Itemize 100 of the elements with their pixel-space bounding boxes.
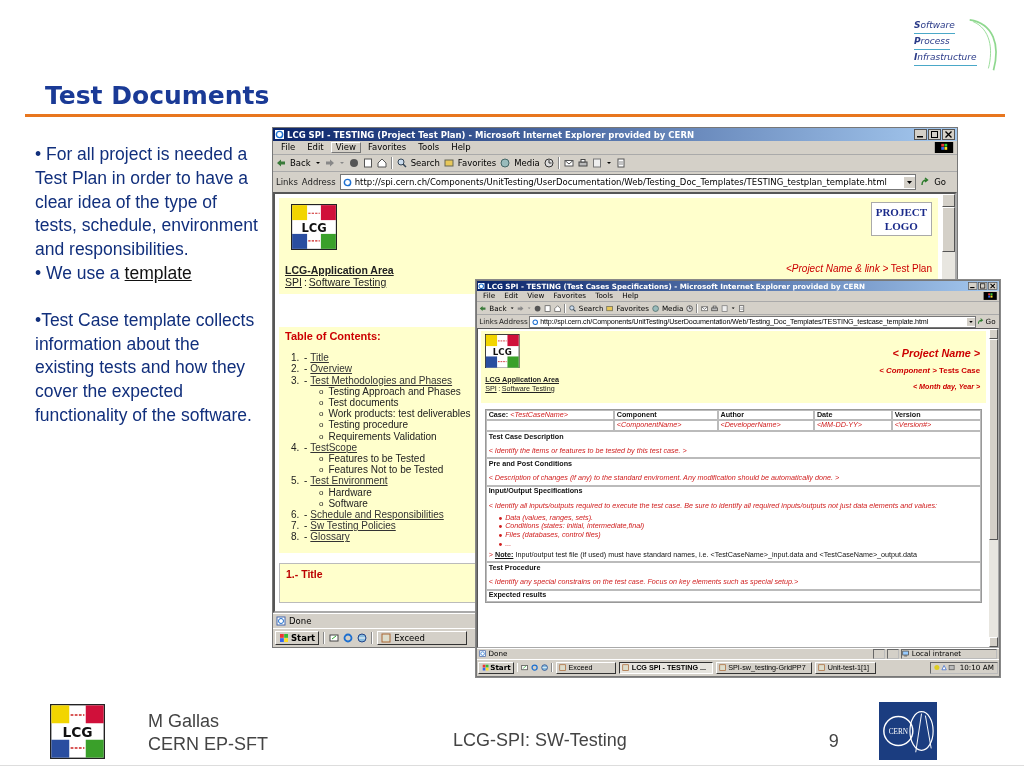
favorites-button[interactable]: Favorites [457,158,497,168]
edit-icon[interactable] [591,158,602,168]
app-icon [559,664,567,672]
taskbar-button[interactable]: SPI-sw_testing-GridPP7 [715,661,813,674]
computer-icon [902,650,910,658]
history-icon[interactable] [543,158,554,168]
scroll-thumb[interactable] [942,207,955,252]
back-arrow-icon[interactable] [276,158,286,168]
project-name-text: < Project Name > [892,346,981,359]
dash-text: - [304,374,308,386]
media-icon[interactable] [651,304,659,312]
media-button[interactable]: Media [514,158,540,168]
close-button[interactable] [942,129,955,140]
document-icon[interactable] [738,304,746,312]
desktop-icon[interactable] [329,633,340,643]
caret-icon[interactable] [605,160,612,166]
search-icon[interactable] [396,158,407,168]
edit-icon[interactable] [721,304,729,312]
toc-link[interactable]: TestScope [310,441,358,454]
mail-icon[interactable] [563,158,574,168]
menu-item[interactable]: View [330,141,361,154]
search-button[interactable]: Search [578,303,604,313]
links-label[interactable]: Links [276,177,298,187]
globe-icon[interactable] [541,664,549,672]
toc-link[interactable]: Test Environment [310,475,388,487]
back-arrow-icon[interactable] [479,304,487,312]
spi-link[interactable]: SPI [285,276,302,288]
mail-icon[interactable] [701,304,709,312]
menu-item[interactable]: Favorites [362,141,412,154]
taskbar-button[interactable]: Exceed [556,661,617,674]
document-icon[interactable] [615,158,626,168]
menu-item[interactable]: File [276,141,301,154]
home-icon[interactable] [554,304,562,312]
search-icon[interactable] [568,304,576,312]
section-body: < Identify any special constrains on the test case. Focus on key elements such as special setup.> [488,577,799,587]
menu-item[interactable]: Tools [591,291,617,302]
close-button[interactable] [988,282,998,290]
menu-item[interactable]: Tools [413,141,445,154]
minimize-button[interactable] [968,282,978,290]
menu-item[interactable]: Favorites [549,291,590,302]
toc-link[interactable]: Schedule and Responsibilities [310,509,444,521]
bullet-icon [498,525,502,529]
back-button[interactable]: Back [290,158,311,168]
scroll-up-button[interactable] [988,329,999,339]
desktop-icon[interactable] [521,664,529,672]
back-button[interactable]: Back [489,303,507,313]
start-button[interactable]: Start [275,631,320,645]
app-icon [718,664,726,672]
taskbar-button[interactable]: LCG SPI - TESTING ... [619,661,713,674]
toc-link[interactable]: Test Methodologies and Phases [310,374,453,386]
links-label[interactable]: Links [479,317,498,327]
menu-item[interactable]: Edit [500,291,523,302]
refresh-icon[interactable] [544,304,552,312]
ie-icon[interactable] [343,633,354,643]
go-button[interactable]: Go [985,317,996,327]
globe-icon[interactable] [357,633,368,643]
minimize-button[interactable] [914,129,927,140]
template-link[interactable]: template [124,263,192,283]
spi-link[interactable]: SPI [485,383,497,393]
dash-text: - [304,352,308,364]
folder-icon[interactable] [606,304,614,312]
area-link[interactable]: LCG-Application Area [285,264,394,276]
maximize-button[interactable] [928,129,941,140]
page-number: 9 [828,730,839,752]
start-button[interactable]: Start [478,661,514,674]
page-link[interactable]: Software Testing [501,383,555,393]
caret-icon[interactable] [314,160,321,166]
stop-icon[interactable] [348,158,359,168]
refresh-icon[interactable] [362,158,373,168]
folder-icon[interactable] [443,158,454,168]
maximize-button[interactable] [978,282,988,290]
toc-link[interactable]: Sw Testing Policies [310,520,396,532]
menu-item[interactable]: Help [446,141,476,154]
scroll-thumb[interactable] [988,338,999,541]
scroll-down-button[interactable] [988,637,999,647]
item-number: 1. [291,352,301,364]
menu-item[interactable]: Edit [302,141,329,154]
scroll-up-button[interactable] [942,194,955,207]
toc-link[interactable]: Overview [310,363,353,375]
marker-text: o [319,497,324,510]
area-link[interactable]: LCG Application Area [485,374,559,384]
menu-item[interactable]: View [523,291,549,302]
taskbar-button[interactable]: Unit-test-1[1] [815,661,876,674]
page-link[interactable]: Software Testing [308,276,387,288]
go-button[interactable]: Go [934,177,946,187]
taskbar-button[interactable]: Exceed [377,631,468,645]
tray-icons[interactable] [933,664,956,672]
toc-link[interactable]: Title [310,352,329,364]
toc-link[interactable]: Glossary [310,531,350,543]
media-icon[interactable] [500,158,511,168]
media-button[interactable]: Media [661,303,684,313]
favorites-button[interactable]: Favorites [616,303,649,313]
dropdown-button[interactable] [904,176,916,188]
menu-item[interactable]: Help [618,291,643,302]
home-icon[interactable] [376,158,387,168]
go-arrow-icon[interactable] [920,177,931,187]
print-icon[interactable] [577,158,588,168]
stop-icon[interactable] [534,304,542,312]
menu-item[interactable]: File [479,291,499,302]
search-button[interactable]: Search [410,158,440,168]
